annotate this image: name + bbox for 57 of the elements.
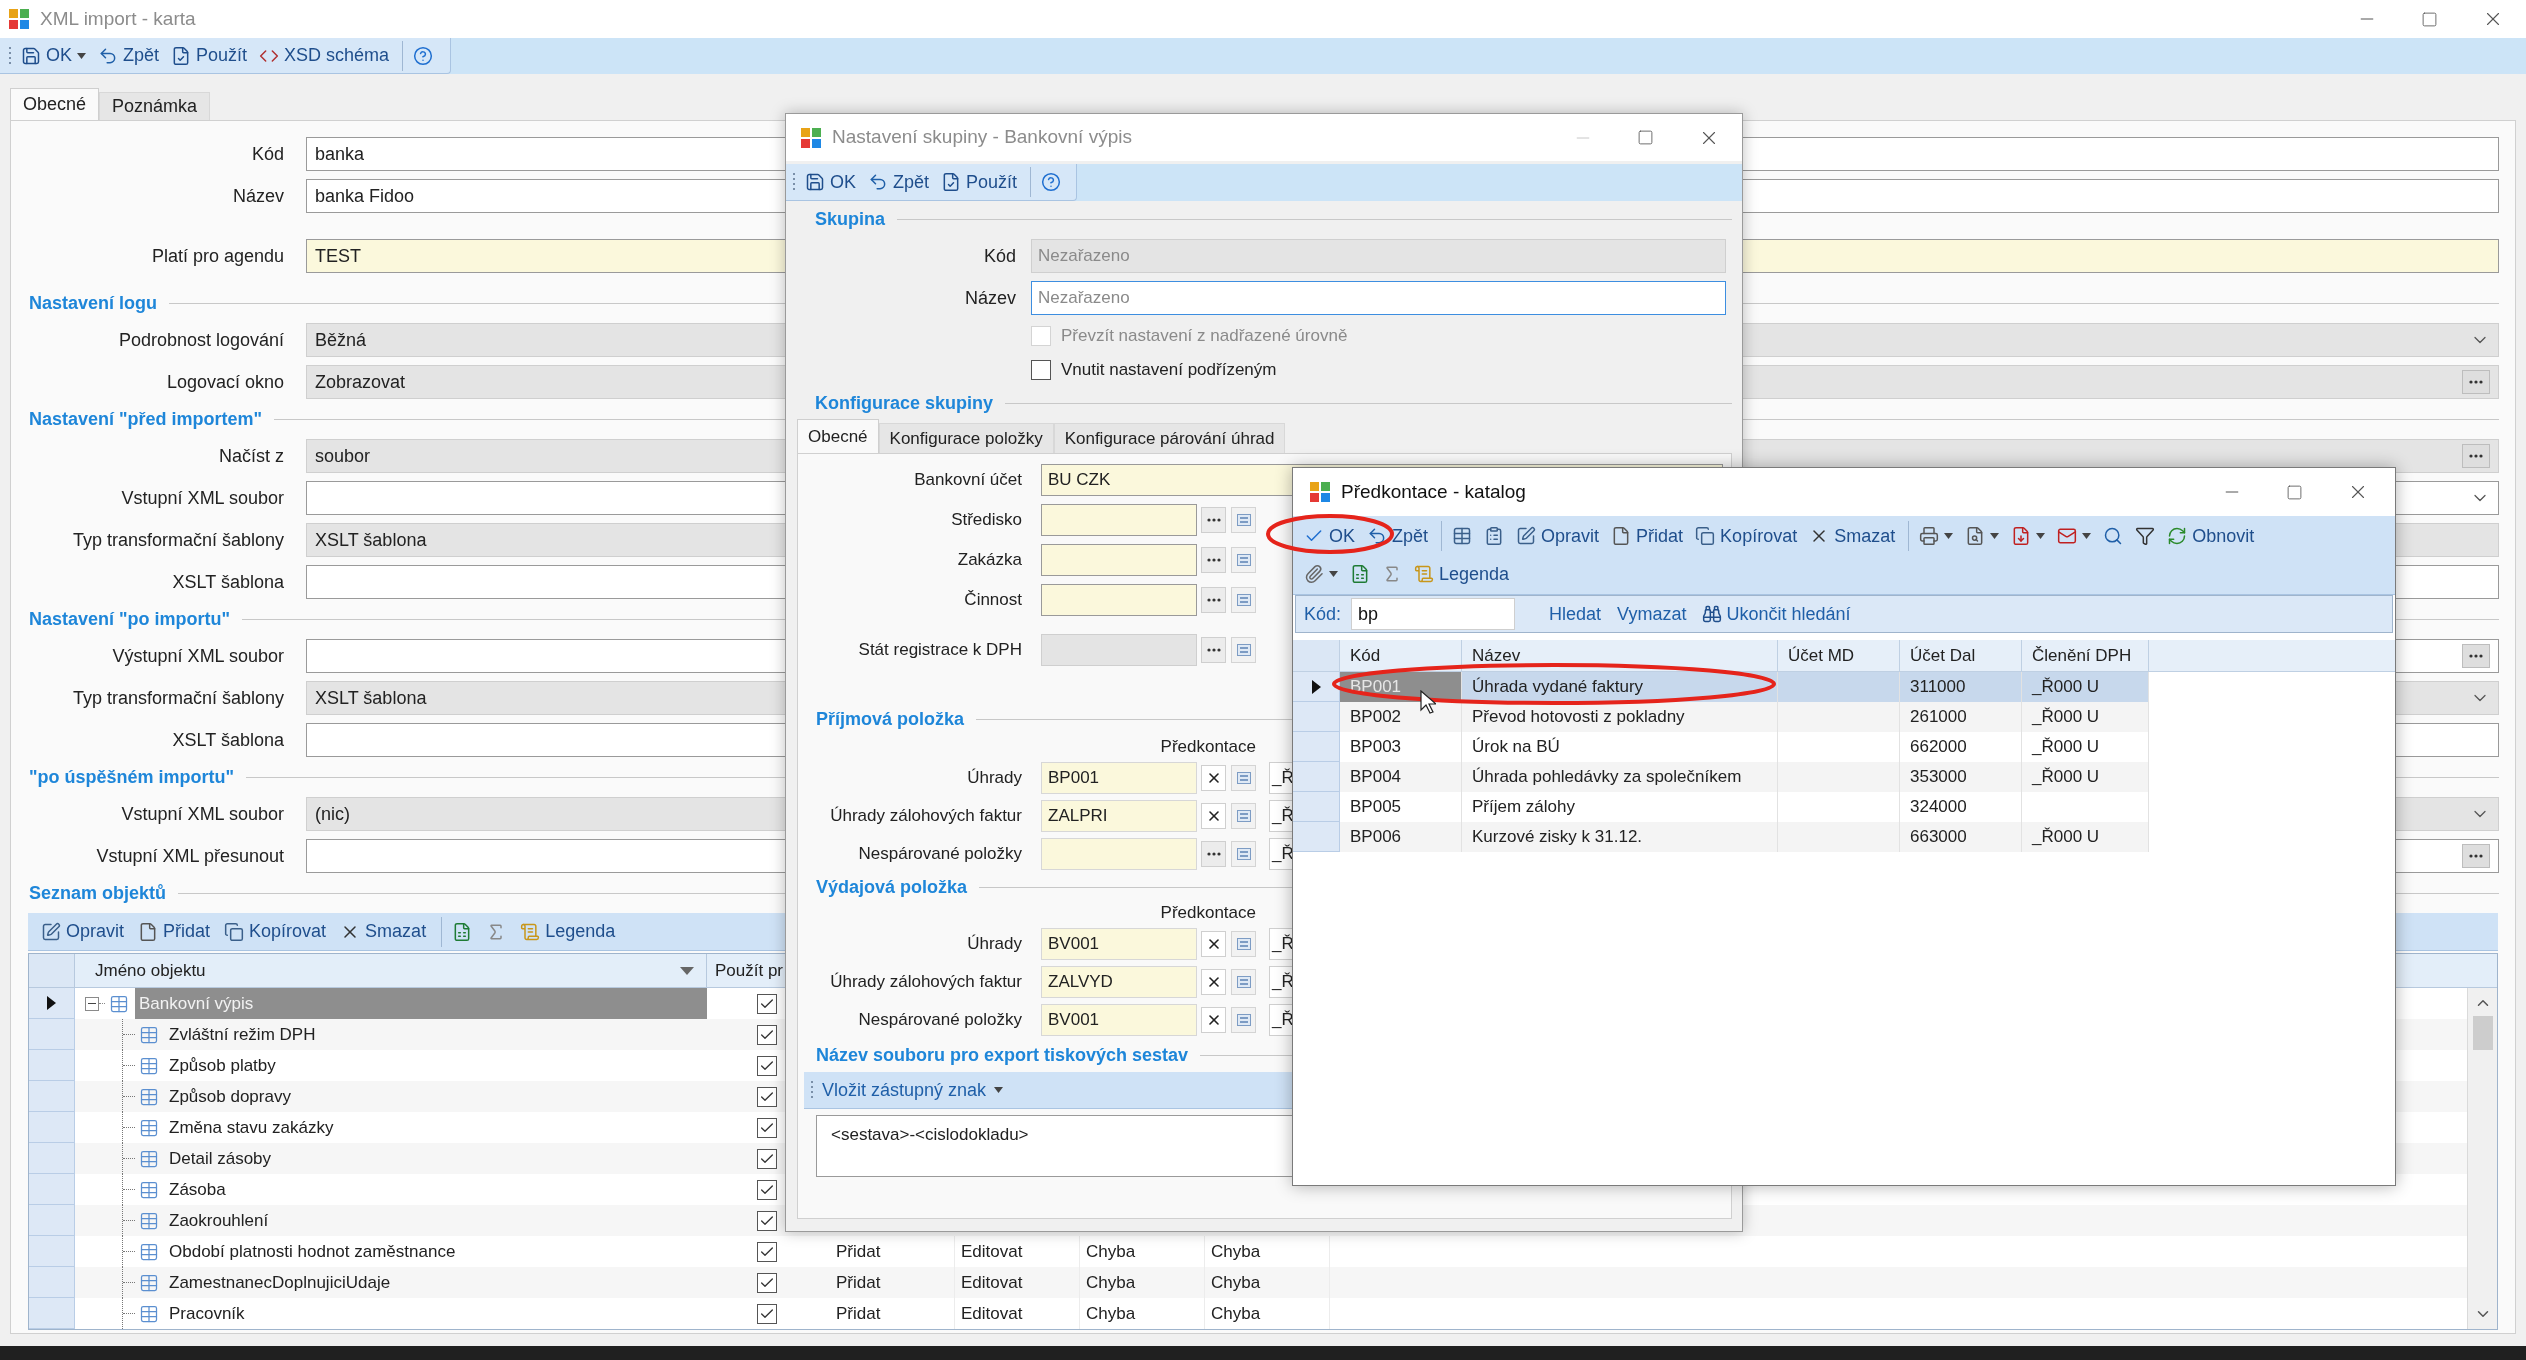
table-cell-text: _Ř000 U <box>2032 826 2100 849</box>
field-label: Podrobnost logování <box>117 328 284 352</box>
table-cell: Editovat <box>955 1298 1080 1329</box>
table-cell: Přidat <box>830 1298 955 1329</box>
table-cell: Kurzové zisky k 31.12. <box>1462 822 1778 852</box>
column-heading: Předkontace <box>1159 902 1256 925</box>
section-title: Seznam objektů <box>29 881 167 905</box>
field-label: Vstupní XML přesunout <box>95 844 284 868</box>
field-label: Úhrady zálohových faktur <box>829 971 1022 994</box>
field-label: Úhrady <box>966 933 1022 956</box>
field-label: Úhrady zálohových faktur <box>829 805 1022 828</box>
checkbox-label: Vnutit nastavení podřízeným <box>1061 359 1277 382</box>
field-label: Název <box>231 184 284 208</box>
window-title: XML import - karta <box>40 6 196 31</box>
table-cell: Chyba <box>1080 1298 1205 1329</box>
table-cell: Chyba <box>1205 1298 1330 1329</box>
field-label: Vstupní XML soubor <box>120 486 284 510</box>
table-cell-text: _Ř000 U <box>2032 736 2100 759</box>
table-cell-text: _Ř000 U <box>2032 706 2100 729</box>
table-cell-text: _Ř000 U <box>2032 676 2100 699</box>
table-cell: 663000 <box>1900 822 2022 852</box>
search-label: Kód: <box>1304 602 1342 626</box>
field-label: XSLT šablona <box>171 570 284 594</box>
field-label: Vstupní XML soubor <box>120 802 284 826</box>
window-title: Nastavení skupiny - Bankovní výpis <box>832 125 1132 150</box>
field-label: Kód <box>982 244 1016 268</box>
field-label: Kód <box>250 142 284 166</box>
section-title: Skupina <box>815 207 885 231</box>
section-title: Nastavení "před importem" <box>29 407 263 431</box>
table-cell-text: _Ř000 U <box>2032 766 2100 789</box>
section-title: Nastavení logu <box>29 291 158 315</box>
field-label: Středisko <box>950 509 1022 532</box>
field-label: Logovací okno <box>165 370 284 394</box>
field-label: Typ transformační šablony <box>71 528 284 552</box>
field-label: Úhrady <box>966 767 1022 790</box>
field-label: Typ transformační šablony <box>71 686 284 710</box>
field-label: Zakázka <box>956 549 1022 572</box>
field-label: Činnost <box>963 589 1022 612</box>
field-label: Nespárované položky <box>857 843 1022 866</box>
field-label: Nespárované položky <box>857 1009 1022 1032</box>
section-title: Výdajová položka <box>816 875 968 899</box>
section-title: "po úspěšném importu" <box>29 765 235 789</box>
field-label: Výstupní XML soubor <box>111 644 284 668</box>
field-label: Bankovní účet <box>913 469 1022 492</box>
table-cell: BP006 <box>1340 822 1462 852</box>
field-label: Stát registrace k DPH <box>857 639 1022 662</box>
checkbox-label: Převzít nastavení z nadřazené úrovně <box>1061 325 1348 348</box>
field-label: Platí pro agendu <box>150 244 284 268</box>
window-title: Předkontace - katalog <box>1341 479 1526 504</box>
section-title: Konfigurace skupiny <box>815 391 994 415</box>
section-title: Příjmová položka <box>816 707 965 731</box>
field-label: Načíst z <box>218 444 284 468</box>
section-title: Název souboru pro export tiskových sestav <box>816 1043 1189 1067</box>
section-title: Nastavení "po importu" <box>29 607 231 631</box>
column-heading: Předkontace <box>1159 736 1256 759</box>
field-label: Název <box>963 286 1016 310</box>
field-label: XSLT šablona <box>171 728 284 752</box>
